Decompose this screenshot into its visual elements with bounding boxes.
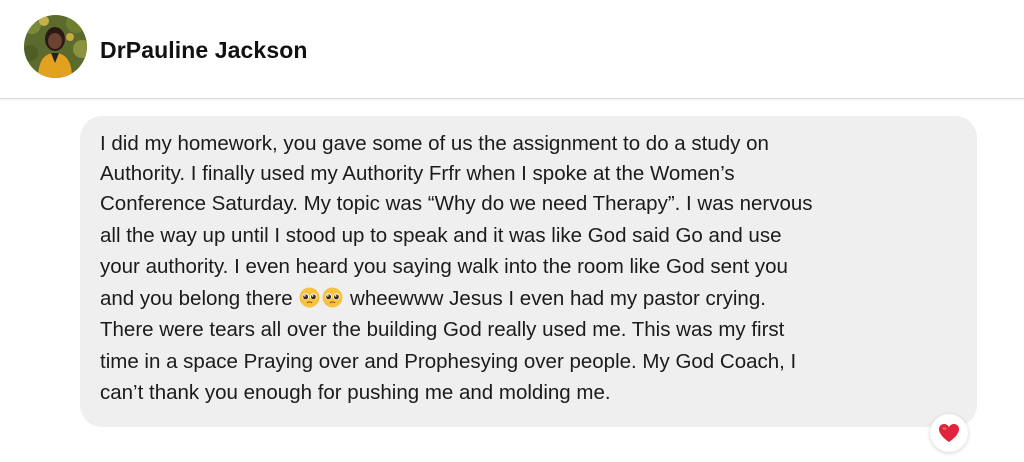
message-line: time in a space Praying over and Prophes… <box>100 350 797 373</box>
message-text: and you belong there <box>100 287 293 310</box>
message-line: Authority. I finally used my Authority F… <box>100 162 735 185</box>
message-line: can’t thank you enough for pushing me an… <box>100 381 611 404</box>
conversation-screen: DrPauline Jackson I did my homework, you… <box>0 0 1024 462</box>
pleading-face-emoji <box>322 287 343 308</box>
message-line: There were tears all over the building G… <box>100 318 785 341</box>
message-line: Conference Saturday. My topic was “Why d… <box>100 192 813 215</box>
message-line: all the way up until I stood up to speak… <box>100 224 782 247</box>
message-line: your authority. I even heard you saying … <box>100 255 788 278</box>
conversation-header: DrPauline Jackson <box>0 0 1024 99</box>
avatar[interactable] <box>24 15 87 78</box>
pleading-face-emoji <box>299 287 320 308</box>
heart-icon <box>939 424 959 442</box>
heart-reaction-badge[interactable] <box>930 414 968 452</box>
message-line: I did my homework, you gave some of us t… <box>100 132 769 155</box>
message-text: wheewww Jesus I even had my pastor cryin… <box>350 287 766 310</box>
contact-name[interactable]: DrPauline Jackson <box>100 37 308 64</box>
message-line-with-emoji: and you belong there wheewww Jesus I eve… <box>100 285 766 313</box>
